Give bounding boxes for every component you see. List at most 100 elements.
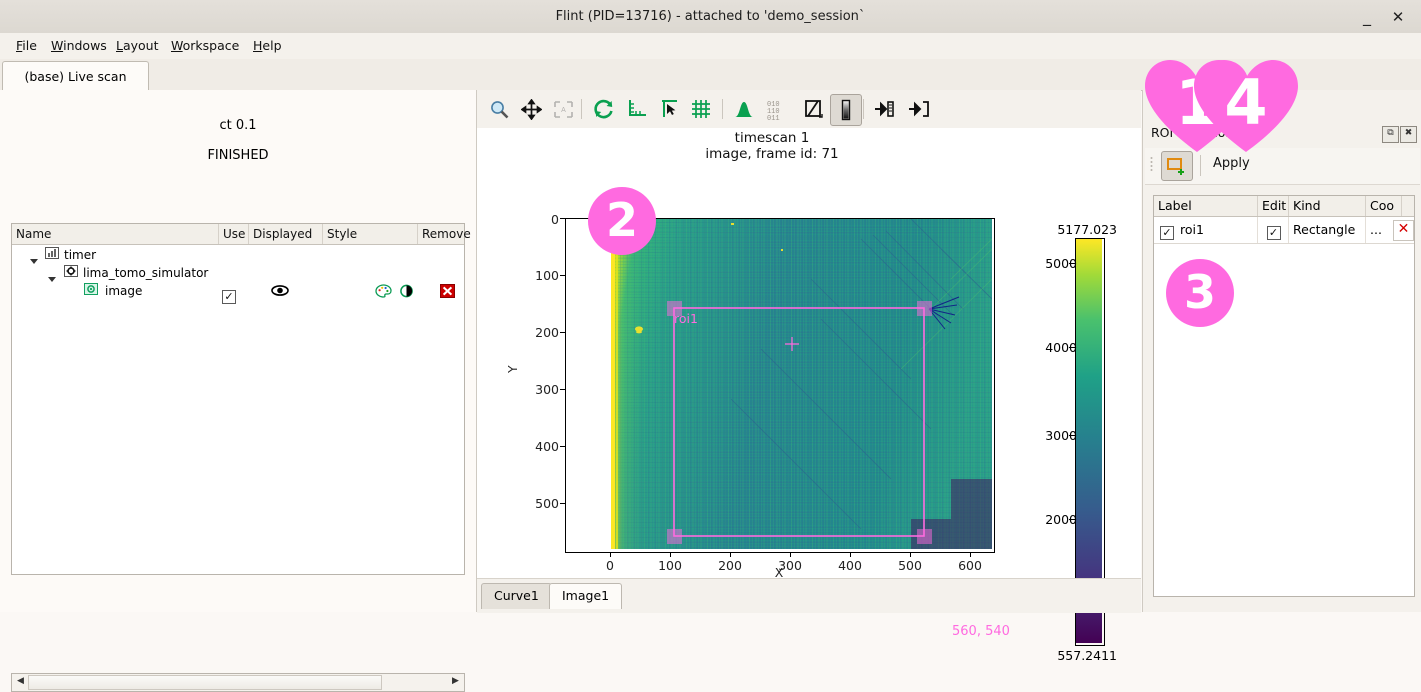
- tree-header: Name Use Displayed Style Remove: [12, 224, 471, 245]
- contrast-icon[interactable]: [399, 284, 414, 302]
- y-tick-100: 100: [535, 268, 559, 283]
- svg-text:A: A: [561, 107, 566, 114]
- eye-icon[interactable]: [271, 284, 289, 302]
- roi-table-header: Label Edit Kind Coo: [1154, 196, 1414, 217]
- close-button[interactable]: ✕: [1387, 6, 1409, 28]
- auto-scale-icon[interactable]: A: [548, 94, 578, 124]
- toolbar-drag-handle[interactable]: [1150, 156, 1155, 174]
- table-row[interactable]: lima_tomo_simulator: [12, 264, 464, 282]
- minimize-button[interactable]: _: [1356, 6, 1378, 28]
- scan-name: ct 0.1: [219, 118, 257, 133]
- title-bar: Flint (PID=13716) - attached to 'demo_se…: [0, 0, 1421, 34]
- intensity-icon[interactable]: [799, 94, 829, 124]
- menu-windows[interactable]: Windows: [43, 33, 115, 59]
- pointer-icon[interactable]: [654, 94, 684, 124]
- colorbar-tick-4000: 4000: [1045, 340, 1077, 355]
- y-tick-500: 500: [535, 496, 559, 511]
- menu-workspace[interactable]: Workspace: [163, 33, 247, 59]
- y-axis-label: Y: [505, 365, 520, 373]
- roi-selection-dock: ROI selection ⧉ ✖ Apply Label Edit Kind: [1142, 90, 1421, 612]
- tree-header-displayed[interactable]: Displayed: [248, 224, 327, 244]
- annotation-badge-4-label: 4: [1224, 66, 1268, 139]
- menu-bar: File Windows Layout Workspace Help: [0, 33, 1421, 60]
- roi-header-coord[interactable]: Coo: [1365, 196, 1406, 216]
- y-tick-200: 200: [535, 325, 559, 340]
- flint-application-window: Flint (PID=13716) - attached to 'demo_se…: [0, 0, 1421, 692]
- roi-table: Label Edit Kind Coo ✓ roi1 ✓ Rectangle ..…: [1153, 195, 1415, 597]
- delete-icon[interactable]: [440, 284, 455, 302]
- y-tick-0: 0: [551, 212, 559, 227]
- device-icon: [64, 264, 78, 282]
- tree-horizontal-scrollbar[interactable]: ◀ ▶: [11, 673, 465, 692]
- use-checkbox[interactable]: ✓: [222, 290, 236, 304]
- chart-icon: [45, 246, 59, 264]
- table-row[interactable]: ✓ roi1 ✓ Rectangle ... ✕: [1154, 217, 1414, 244]
- peak-icon[interactable]: [729, 94, 759, 124]
- plot-area-container: A 010 110 011 timescan 1 image, frame id…: [477, 90, 1141, 663]
- plot-axes[interactable]: roi1: [565, 218, 995, 553]
- scroll-left-arrow[interactable]: ◀: [13, 674, 28, 689]
- plot-title-line2: image, frame id: 71: [705, 146, 839, 162]
- add-rectangle-roi-icon[interactable]: [1161, 151, 1193, 181]
- roi-edit-checkbox[interactable]: ✓: [1266, 226, 1281, 240]
- roi-kind: Rectangle: [1288, 217, 1370, 243]
- menu-layout[interactable]: Layout: [108, 33, 167, 59]
- tab-image1[interactable]: Image1: [549, 583, 623, 609]
- tree-item-label: timer: [64, 248, 97, 262]
- table-row[interactable]: image ✓: [12, 282, 464, 304]
- float-dock-button[interactable]: ⧉: [1382, 126, 1399, 143]
- tab-curve1[interactable]: Curve1: [481, 583, 552, 609]
- binary-icon[interactable]: 010 110 011: [764, 94, 794, 124]
- scroll-right-arrow[interactable]: ▶: [448, 674, 463, 689]
- y-tick-300: 300: [535, 382, 559, 397]
- menu-file-label: ile: [22, 38, 37, 53]
- roi-enabled-checkbox[interactable]: ✓: [1160, 226, 1174, 240]
- roi-delete-button[interactable]: ✕: [1393, 220, 1414, 241]
- tab-live-scan[interactable]: (base) Live scan: [2, 61, 149, 92]
- scrollbar-thumb[interactable]: [28, 675, 382, 690]
- pan-icon[interactable]: [516, 94, 546, 124]
- roi-overlay-label: roi1: [674, 311, 698, 326]
- colorbar-tick-3000: 3000: [1045, 428, 1077, 443]
- axes-icon[interactable]: [622, 94, 652, 124]
- menu-help-label: elp: [262, 38, 282, 53]
- roi-header-label[interactable]: Label: [1154, 196, 1261, 216]
- roi-header-blank: [1401, 196, 1419, 216]
- close-dock-button[interactable]: ✖: [1400, 126, 1417, 143]
- tree-item-label: lima_tomo_simulator: [83, 266, 209, 280]
- reset-zoom-icon[interactable]: [589, 94, 619, 124]
- colorbar-tick-5000: 5000: [1045, 256, 1077, 271]
- grid-icon[interactable]: [686, 94, 716, 124]
- annotation-badge-4: 4: [1192, 58, 1300, 154]
- svg-text:011: 011: [767, 115, 780, 120]
- annotation-badge-3: 3: [1166, 259, 1234, 327]
- menu-file[interactable]: File: [8, 33, 45, 59]
- colormap-icon[interactable]: [830, 94, 862, 126]
- scan-tree-panel: ct 0.1 FINISHED ...... Name Use Displaye…: [0, 90, 477, 692]
- roi-label: roi1: [1180, 222, 1204, 237]
- tree-header-name[interactable]: Name: [12, 224, 222, 244]
- scan-info: ct 0.1 FINISHED: [0, 118, 476, 163]
- palette-icon[interactable]: [375, 284, 392, 302]
- heatmap-image[interactable]: [611, 219, 992, 549]
- plot-title-line1: timescan 1: [734, 130, 810, 146]
- tree-header-style[interactable]: Style: [322, 224, 422, 244]
- tree-header-remove[interactable]: Remove: [417, 224, 471, 244]
- cursor-position-label: 560, 540: [952, 624, 1010, 639]
- apply-button[interactable]: Apply: [1213, 156, 1250, 171]
- menu-workspace-label: orkspace: [182, 38, 240, 53]
- mask-in-icon[interactable]: [870, 94, 900, 124]
- export-icon[interactable]: [904, 94, 934, 124]
- annotation-badge-2: 2: [588, 187, 656, 255]
- menu-help[interactable]: Help: [245, 33, 290, 59]
- window-title: Flint (PID=13716) - attached to 'demo_se…: [555, 9, 866, 24]
- colorbar-min-label: 557.2411: [1057, 648, 1117, 663]
- tree-item-label: image: [105, 284, 143, 298]
- colorbar-max-label: 5177.023: [1057, 222, 1117, 237]
- menu-layout-label: ayout: [122, 38, 159, 53]
- channel-tree: Name Use Displayed Style Remove timer li…: [11, 223, 471, 575]
- roi-header-kind[interactable]: Kind: [1288, 196, 1370, 216]
- scan-state: FINISHED: [207, 148, 269, 163]
- zoom-icon[interactable]: [484, 94, 514, 124]
- table-row[interactable]: timer: [12, 246, 464, 264]
